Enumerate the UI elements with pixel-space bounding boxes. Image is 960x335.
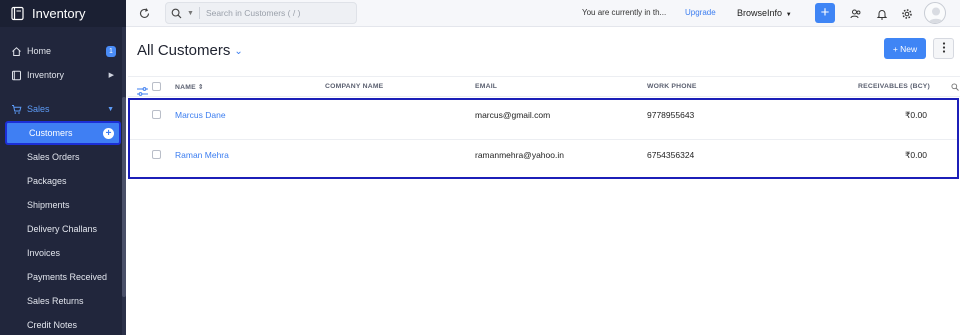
sidebar-item-label: Sales [27, 104, 50, 114]
table-header: NAME ⇕ COMPANY NAME EMAIL WORK PHONE REC… [128, 76, 960, 97]
avatar[interactable] [924, 2, 946, 24]
add-customer-icon[interactable]: + [103, 127, 114, 139]
app-title: Inventory [32, 6, 86, 21]
app-root: Inventory Home 1 Inventory ▶ Sales ▼ Cus… [0, 0, 960, 335]
notification-badge: 1 [106, 45, 116, 57]
sidebar-item-sales-returns[interactable]: Sales Returns [0, 289, 126, 313]
sidebar-item-label: Payments Received [27, 272, 108, 282]
row-checkbox[interactable] [152, 110, 161, 119]
trial-status-text: You are currently in th... [582, 8, 667, 17]
cart-icon [10, 103, 22, 115]
search-input[interactable] [205, 8, 346, 18]
chevron-down-icon[interactable]: ▼ [187, 10, 194, 17]
chevron-down-icon: ▼ [107, 105, 114, 113]
organization-name: BrowseInfo [737, 8, 783, 18]
sidebar-item-payments-received[interactable]: Payments Received [0, 265, 126, 289]
chevron-right-icon: ▶ [108, 72, 114, 79]
sidebar-item-label: Packages [27, 176, 67, 186]
table-row[interactable]: Raman Mehra ramanmehra@yahoo.in 67543563… [130, 139, 957, 177]
sidebar-scrollbar[interactable] [122, 27, 126, 335]
quick-create-button[interactable]: + [815, 3, 835, 23]
table-row[interactable]: Marcus Dane marcus@gmail.com 9778955643 … [130, 100, 957, 138]
sidebar-item-inventory[interactable]: Inventory ▶ [0, 63, 126, 87]
column-header-phone[interactable]: WORK PHONE [647, 83, 697, 90]
sidebar-item-shipments[interactable]: Shipments [0, 193, 126, 217]
search-bar[interactable]: ▼ [165, 2, 357, 24]
divider [198, 7, 200, 19]
brand[interactable]: Inventory [0, 0, 126, 27]
sidebar-item-home[interactable]: Home 1 [0, 39, 126, 63]
row-checkbox[interactable] [152, 150, 161, 159]
sidebar-item-invoices[interactable]: Invoices [0, 241, 126, 265]
sidebar-item-delivery-challans[interactable]: Delivery Challans [0, 217, 126, 241]
sidebar-item-label: Delivery Challans [27, 224, 98, 234]
chevron-down-icon: ▼ [784, 12, 792, 18]
sidebar-item-label: Customers [29, 128, 73, 138]
receivables-cell: ₹0.00 [905, 150, 927, 160]
upgrade-link[interactable]: Upgrade [685, 8, 716, 17]
sidebar-item-label: Home [27, 46, 52, 56]
email-cell: ramanmehra@yahoo.in [475, 150, 564, 160]
sidebar-item-label: Sales Orders [27, 152, 80, 162]
sidebar: Inventory Home 1 Inventory ▶ Sales ▼ Cus… [0, 0, 126, 335]
search-icon[interactable] [171, 6, 185, 20]
column-search-icon[interactable] [951, 83, 959, 93]
column-header-name[interactable]: NAME ⇕ [175, 83, 204, 91]
inventory-icon [10, 69, 22, 81]
top-bar: ▼ You are currently in th... Upgrade Bro… [126, 0, 960, 27]
chevron-down-icon: ⌄ [234, 46, 243, 57]
page-title: All Customers [137, 42, 231, 59]
column-settings-icon[interactable] [137, 83, 148, 96]
organization-switcher[interactable]: BrowseInfo ▼ [737, 8, 792, 18]
sidebar-item-label: Inventory [27, 70, 65, 80]
new-customer-button[interactable]: + New [884, 38, 926, 59]
sidebar-item-label: Invoices [27, 248, 61, 258]
sidebar-item-label: Sales Returns [27, 296, 84, 306]
column-header-company[interactable]: COMPANY NAME [325, 83, 383, 90]
sidebar-item-packages[interactable]: Packages [0, 169, 126, 193]
customer-name-link[interactable]: Marcus Dane [175, 110, 226, 120]
email-cell: marcus@gmail.com [475, 110, 551, 120]
refresh-icon[interactable] [138, 7, 151, 20]
inventory-logo-icon [9, 6, 25, 22]
phone-cell: 6754356324 [647, 150, 695, 160]
more-options-button[interactable] [933, 38, 954, 59]
sidebar-item-sales[interactable]: Sales ▼ [0, 97, 126, 121]
column-header-email[interactable]: EMAIL [475, 83, 497, 90]
sidebar-item-sales-orders[interactable]: Sales Orders [0, 145, 126, 169]
receivables-cell: ₹0.00 [905, 110, 927, 120]
phone-cell: 9778955643 [647, 110, 695, 120]
customer-name-link[interactable]: Raman Mehra [175, 150, 229, 160]
table-body: Marcus Dane marcus@gmail.com 9778955643 … [128, 98, 959, 179]
sidebar-item-customers[interactable]: Customers + [5, 121, 121, 145]
users-icon[interactable] [849, 7, 862, 20]
bell-icon[interactable] [875, 7, 888, 20]
column-header-label: NAME [175, 84, 196, 91]
scrollbar-thumb[interactable] [122, 97, 126, 297]
view-selector[interactable]: All Customers ⌄ [137, 42, 243, 59]
column-header-receivables[interactable]: RECEIVABLES (BCY) [858, 83, 930, 90]
sidebar-item-label: Credit Notes [27, 320, 78, 330]
sidebar-item-credit-notes[interactable]: Credit Notes [0, 313, 126, 335]
kebab-menu-icon [942, 40, 946, 58]
select-all-checkbox[interactable] [152, 82, 161, 91]
home-icon [10, 45, 22, 57]
gear-icon[interactable] [900, 7, 913, 20]
sidebar-item-label: Shipments [27, 200, 70, 210]
